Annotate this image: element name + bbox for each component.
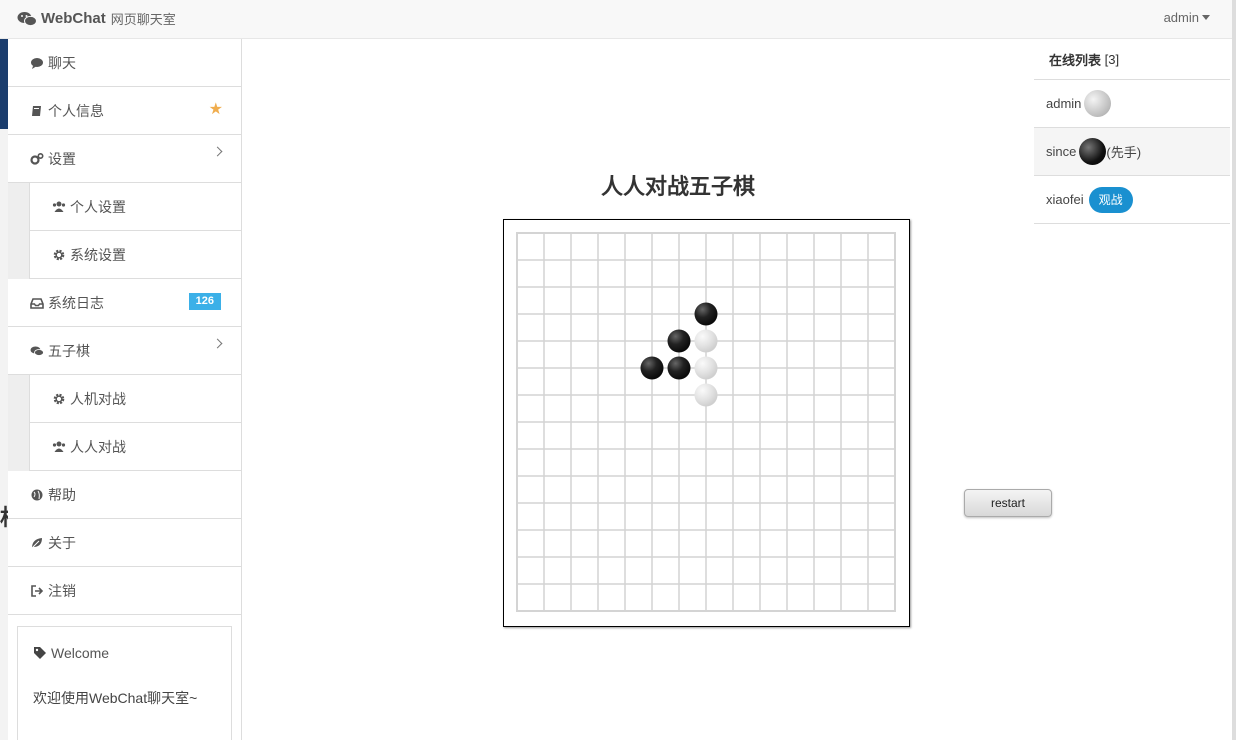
sidebar-item-chat[interactable]: 聊天 bbox=[8, 39, 241, 87]
sidebar: 聊天 个人信息 ★ 设置 个人设置 系统设置 系统日志 126 五子棋 人机对战 bbox=[8, 39, 242, 740]
first-move-note: (先手) bbox=[1106, 145, 1142, 160]
online-list-header: 在线列表 [3] bbox=[1034, 39, 1230, 80]
sidebar-item-label: 人机对战 bbox=[70, 390, 126, 407]
white-stone bbox=[694, 329, 718, 353]
cogs-icon bbox=[30, 152, 44, 165]
sidebar-item-label: 个人设置 bbox=[70, 198, 126, 215]
sidebar-item-personal-settings[interactable]: 个人设置 bbox=[29, 183, 241, 231]
brand-name: WebChat bbox=[41, 10, 106, 27]
page-title: 人人对战五子棋 bbox=[600, 174, 755, 199]
brand[interactable]: WebChat 网页聊天室 bbox=[17, 9, 176, 28]
welcome-title: Welcome bbox=[33, 645, 109, 661]
globe-icon bbox=[31, 489, 43, 500]
black-stone bbox=[694, 302, 718, 326]
sidebar-item-logout[interactable]: 注销 bbox=[8, 567, 241, 615]
inbox-icon bbox=[30, 297, 44, 309]
top-navbar: WebChat 网页聊天室 admin bbox=[0, 0, 1232, 39]
white-stone bbox=[694, 356, 718, 380]
online-user-name: xiaofei bbox=[1046, 192, 1084, 207]
online-user-name: admin bbox=[1046, 96, 1082, 111]
sidebar-item-help[interactable]: 帮助 bbox=[8, 471, 241, 519]
comments-icon bbox=[30, 346, 44, 356]
watch-button[interactable]: 观战 bbox=[1088, 186, 1133, 213]
users-icon bbox=[52, 441, 66, 452]
sidebar-item-label: 人人对战 bbox=[70, 438, 126, 455]
sidebar-item-profile[interactable]: 个人信息 ★ bbox=[8, 87, 241, 135]
gomoku-board-frame bbox=[503, 219, 910, 627]
white-stone bbox=[694, 383, 718, 407]
black-stone-icon bbox=[1079, 138, 1107, 165]
gear-icon bbox=[53, 249, 65, 260]
sidebar-item-system-log[interactable]: 系统日志 126 bbox=[8, 279, 241, 327]
book-icon bbox=[32, 105, 41, 116]
welcome-text: 欢迎使用WebChat聊天室~ bbox=[33, 690, 198, 706]
online-user-since[interactable]: since (先手) bbox=[1034, 128, 1230, 176]
black-stone bbox=[640, 356, 664, 380]
tag-icon bbox=[34, 647, 46, 659]
white-stone-icon bbox=[1084, 90, 1112, 117]
sidebar-item-label: 个人信息 bbox=[48, 102, 104, 119]
gear-icon bbox=[53, 393, 65, 404]
sidebar-item-settings[interactable]: 设置 bbox=[8, 135, 241, 183]
brand-subtitle: 网页聊天室 bbox=[110, 12, 176, 27]
window-edge-scrollbar[interactable] bbox=[1232, 0, 1236, 740]
sidebar-item-vs-computer[interactable]: 人机对战 bbox=[29, 375, 241, 423]
welcome-panel: Welcome 欢迎使用WebChat聊天室~ bbox=[17, 626, 232, 740]
leaf-icon bbox=[31, 537, 42, 548]
sidebar-item-label: 系统日志 bbox=[48, 294, 104, 311]
sidebar-item-label: 系统设置 bbox=[70, 246, 126, 263]
background-window-edge bbox=[0, 39, 8, 740]
restart-button[interactable]: restart bbox=[964, 489, 1052, 517]
chevron-right-icon bbox=[212, 146, 223, 157]
sign-out-icon bbox=[31, 584, 44, 597]
online-count: [3] bbox=[1104, 51, 1120, 67]
sidebar-item-label: 五子棋 bbox=[48, 342, 90, 359]
star-icon: ★ bbox=[208, 101, 223, 118]
welcome-title-label: Welcome bbox=[51, 645, 110, 661]
comment-icon bbox=[31, 57, 43, 69]
online-user-xiaofei[interactable]: xiaofei 观战 bbox=[1034, 176, 1230, 224]
online-list-title: 在线列表 bbox=[1049, 52, 1102, 68]
caret-down-icon bbox=[1202, 15, 1210, 20]
sidebar-item-label: 聊天 bbox=[48, 54, 76, 71]
sidebar-item-label: 帮助 bbox=[48, 486, 76, 503]
sidebar-item-label: 设置 bbox=[48, 150, 76, 167]
user-name: admin bbox=[1163, 10, 1199, 25]
black-stone bbox=[667, 356, 691, 380]
sidebar-item-gomoku[interactable]: 五子棋 bbox=[8, 327, 241, 375]
sidebar-item-about[interactable]: 关于 bbox=[8, 519, 241, 567]
black-stone bbox=[667, 329, 691, 353]
sidebar-item-vs-player[interactable]: 人人对战 bbox=[29, 423, 241, 471]
chevron-right-icon bbox=[212, 338, 223, 349]
wechat-icon bbox=[17, 11, 37, 26]
sidebar-item-label: 注销 bbox=[48, 582, 76, 599]
online-user-admin[interactable]: admin bbox=[1034, 80, 1230, 128]
gomoku-board[interactable] bbox=[504, 220, 909, 626]
sidebar-item-label: 关于 bbox=[48, 534, 76, 551]
sidebar-item-system-settings[interactable]: 系统设置 bbox=[29, 231, 241, 279]
online-user-name: since bbox=[1046, 144, 1077, 159]
users-icon bbox=[52, 201, 66, 212]
log-count-badge: 126 bbox=[188, 293, 221, 310]
online-list-panel: 在线列表 [3] admin since (先手) xiaofei 观战 bbox=[1034, 39, 1230, 224]
user-dropdown[interactable]: admin bbox=[1164, 10, 1210, 25]
